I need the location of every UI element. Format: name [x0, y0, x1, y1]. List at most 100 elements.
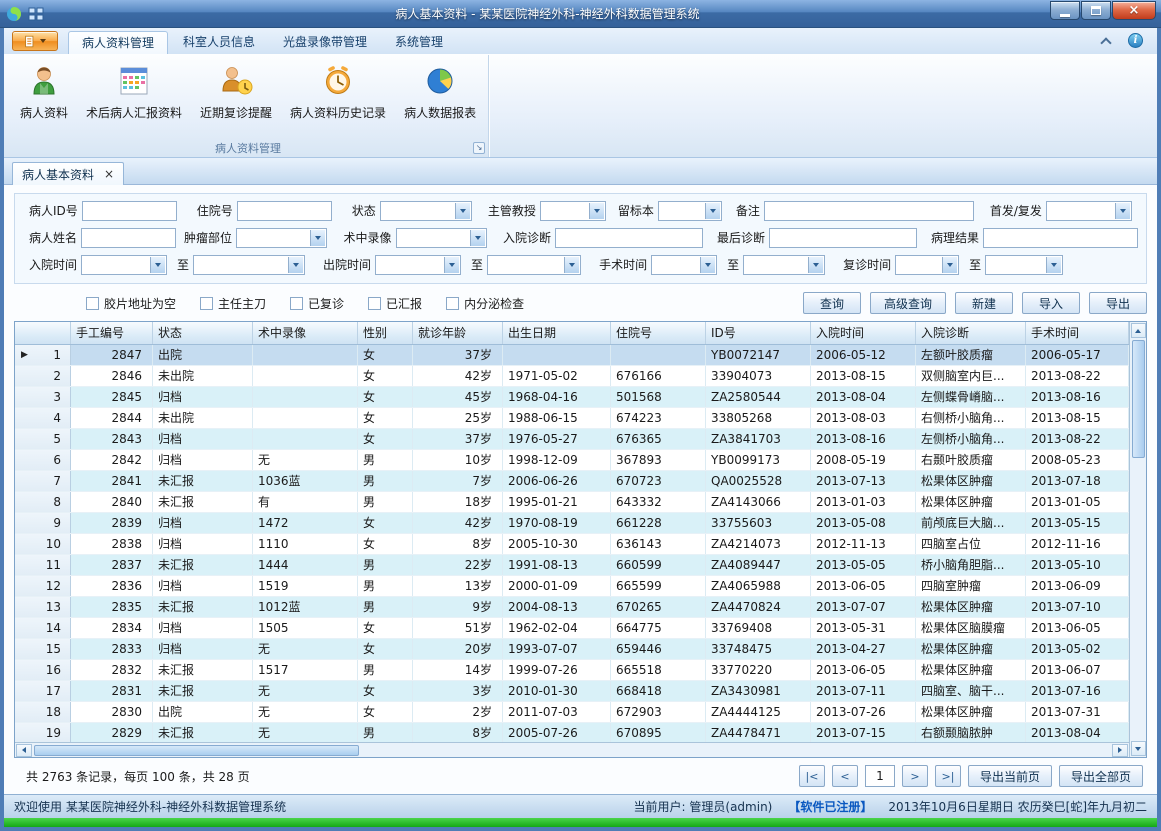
button-prev-page[interactable]: < [832, 765, 858, 787]
table-row[interactable]: 122836归档1519男13岁2000-01-09665599ZA406598… [15, 576, 1129, 597]
filter-input-patient-id[interactable] [82, 201, 177, 221]
table-row[interactable]: 102838归档1110女8岁2005-10-30636143ZA4214073… [15, 534, 1129, 555]
table-row[interactable]: 112837未汇报1444男22岁1991-08-13660599ZA40894… [15, 555, 1129, 576]
quick-access-icon[interactable] [27, 5, 45, 23]
column-header-gender[interactable]: 性别 [358, 322, 413, 344]
maximize-button[interactable] [1081, 1, 1111, 20]
filter-input-remarks[interactable] [764, 201, 974, 221]
filter-select-intraop-video[interactable] [396, 228, 487, 248]
filter-select-admit-date-from[interactable] [81, 255, 167, 275]
checkbox-director-surgeon[interactable]: 主任主刀 [200, 295, 266, 312]
filter-select-first-or-relapse[interactable] [1046, 201, 1132, 221]
filter-select-discharge-date-to[interactable] [487, 255, 581, 275]
ribbon-button-patient-history[interactable]: 病人资料历史记录 [282, 58, 394, 139]
dropdown-arrow-icon[interactable] [310, 230, 325, 246]
info-icon[interactable]: i [1128, 33, 1143, 48]
scroll-right-icon[interactable] [1112, 744, 1128, 757]
table-row[interactable]: 142834归档1505女51岁1962-02-0466477533769408… [15, 618, 1129, 639]
column-header-intraop-video[interactable]: 术中录像 [253, 322, 358, 344]
ribbon-button-postop-report-info[interactable]: 术后病人汇报资料 [78, 58, 190, 139]
filter-select-followup-date-to[interactable] [985, 255, 1063, 275]
horizontal-scroll-thumb[interactable] [34, 745, 359, 756]
ribbon-button-patient-data-report[interactable]: 病人数据报表 [396, 58, 484, 139]
filter-select-chief-professor[interactable] [540, 201, 606, 221]
button-import[interactable]: 导入 [1022, 292, 1080, 314]
app-menu-button[interactable] [12, 31, 58, 51]
checkbox-reported[interactable]: 已汇报 [368, 295, 422, 312]
checkbox-endocrine-exam[interactable]: 内分泌检查 [446, 295, 524, 312]
tab-patient-basic-info[interactable]: 病人基本资料 × [12, 162, 124, 185]
dropdown-arrow-icon[interactable] [288, 257, 303, 273]
ribbon-tab-disc-video-management[interactable]: 光盘录像带管理 [270, 31, 380, 54]
column-header-id-number[interactable]: ID号 [706, 322, 811, 344]
filter-input-final-diagnosis[interactable] [769, 228, 917, 248]
scroll-left-icon[interactable] [16, 744, 32, 757]
ribbon-button-patient-info[interactable]: 病人资料 [12, 58, 76, 139]
filter-select-admit-date-to[interactable] [193, 255, 305, 275]
table-row[interactable]: 1▶2847出院女37岁YB00721472006-05-12左额叶胶质瘤200… [15, 345, 1129, 366]
button-export-all-pages[interactable]: 导出全部页 [1059, 765, 1143, 787]
dropdown-arrow-icon[interactable] [808, 257, 823, 273]
table-row[interactable]: 72841未汇报1036蓝男7岁2006-06-26670723QA002552… [15, 471, 1129, 492]
filter-input-pathology-result[interactable] [983, 228, 1138, 248]
button-export-current-page[interactable]: 导出当前页 [968, 765, 1052, 787]
checkbox-film-address-empty[interactable]: 胶片地址为空 [86, 295, 176, 312]
collapse-ribbon-icon[interactable] [1100, 37, 1111, 48]
dialog-launcher-icon[interactable]: ↘ [473, 142, 485, 154]
filter-select-discharge-date-from[interactable] [375, 255, 461, 275]
button-next-page[interactable]: > [902, 765, 928, 787]
dropdown-arrow-icon[interactable] [1115, 203, 1130, 219]
filter-input-admission-no[interactable] [237, 201, 332, 221]
table-row[interactable]: 32845归档女45岁1968-04-16501568ZA25805442013… [15, 387, 1129, 408]
table-row[interactable]: 152833归档无女20岁1993-07-0765944633748475201… [15, 639, 1129, 660]
vertical-scrollbar[interactable] [1129, 322, 1146, 757]
button-advanced-query[interactable]: 高级查询 [870, 292, 946, 314]
ribbon-button-followup-reminder[interactable]: 近期复诊提醒 [192, 58, 280, 139]
dropdown-arrow-icon[interactable] [455, 203, 470, 219]
page-number-input[interactable]: 1 [865, 765, 895, 787]
scroll-up-icon[interactable] [1131, 323, 1146, 338]
button-new[interactable]: 新建 [955, 292, 1013, 314]
filter-select-surgery-date-to[interactable] [743, 255, 825, 275]
button-first-page[interactable]: |< [799, 765, 825, 787]
filter-select-surgery-date-from[interactable] [651, 255, 717, 275]
checkbox-followed-up[interactable]: 已复诊 [290, 295, 344, 312]
table-row[interactable]: 52843归档女37岁1976-05-27676365ZA38417032013… [15, 429, 1129, 450]
ribbon-tab-system-management[interactable]: 系统管理 [382, 31, 456, 54]
column-header-status[interactable]: 状态 [153, 322, 253, 344]
table-row[interactable]: 172831未汇报无女3岁2010-01-30668418ZA343098120… [15, 681, 1129, 702]
table-row[interactable]: 92839归档1472女42岁1970-08-19661228337556032… [15, 513, 1129, 534]
filter-input-patient-name[interactable] [81, 228, 176, 248]
filter-select-specimen-kept[interactable] [658, 201, 722, 221]
column-header-visit-age[interactable]: 就诊年龄 [413, 322, 503, 344]
table-row[interactable]: 182830出院无女2岁2011-07-03672903ZA4444125201… [15, 702, 1129, 723]
table-row[interactable]: 42844未出院女25岁1988-06-15674223338052682013… [15, 408, 1129, 429]
filter-input-admission-diagnosis[interactable] [555, 228, 703, 248]
button-last-page[interactable]: >| [935, 765, 961, 787]
horizontal-scrollbar[interactable] [15, 742, 1129, 757]
column-header-admit-date[interactable]: 入院时间 [811, 322, 916, 344]
dropdown-arrow-icon[interactable] [444, 257, 459, 273]
table-row[interactable]: 132835未汇报1012蓝男9岁2004-08-13670265ZA44708… [15, 597, 1129, 618]
filter-select-tumor-site[interactable] [236, 228, 327, 248]
table-row[interactable]: 192829未汇报无男8岁2005-07-26670895ZA447847120… [15, 723, 1129, 742]
dropdown-arrow-icon[interactable] [700, 257, 715, 273]
table-row[interactable]: 82840未汇报有男18岁1995-01-21643332ZA414306620… [15, 492, 1129, 513]
tab-close-icon[interactable]: × [104, 168, 114, 180]
button-export[interactable]: 导出 [1089, 292, 1147, 314]
minimize-button[interactable] [1050, 1, 1080, 20]
dropdown-arrow-icon[interactable] [564, 257, 579, 273]
close-button[interactable]: × [1112, 1, 1156, 20]
dropdown-arrow-icon[interactable] [705, 203, 720, 219]
dropdown-arrow-icon[interactable] [1046, 257, 1061, 273]
column-header-admit-diagnosis[interactable]: 入院诊断 [916, 322, 1026, 344]
table-row[interactable]: 62842归档无男10岁1998-12-09367893YB0099173200… [15, 450, 1129, 471]
registered-link[interactable]: 【软件已注册】 [788, 798, 872, 815]
filter-select-status[interactable] [380, 201, 472, 221]
filter-select-followup-date-from[interactable] [895, 255, 959, 275]
column-header-manual-number[interactable]: 手工编号 [71, 322, 153, 344]
table-row[interactable]: 162832未汇报1517男14岁1999-07-266655183377022… [15, 660, 1129, 681]
dropdown-arrow-icon[interactable] [942, 257, 957, 273]
column-header-surgery-date[interactable]: 手术时间 [1026, 322, 1129, 344]
vertical-scroll-thumb[interactable] [1132, 340, 1145, 458]
